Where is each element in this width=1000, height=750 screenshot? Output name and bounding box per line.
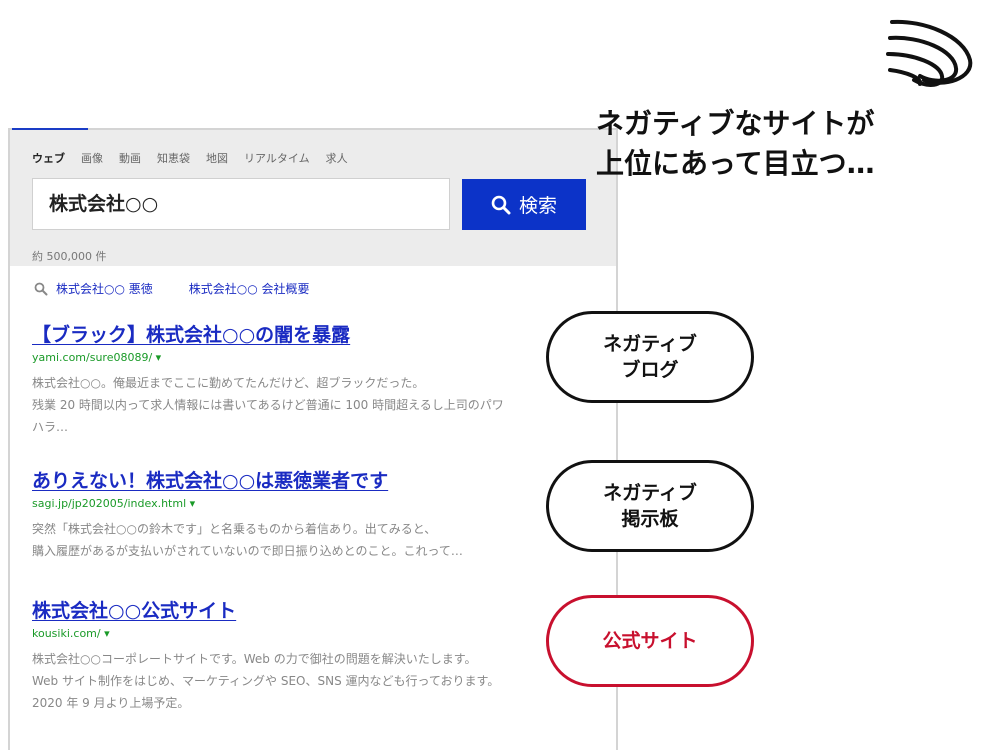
- search-tabs: ウェブ 画像 動画 知恵袋 地図 リアルタイム 求人: [32, 150, 364, 166]
- snippet-line: 突然「株式会社○○の鈴木です」と名乗るものから着信あり。出てみると、: [32, 522, 437, 536]
- result-url[interactable]: yami.com/sure08089/ ▾: [32, 351, 592, 364]
- label-official-site: 公式サイト: [546, 595, 754, 687]
- snippet-line: 購入履歴があるが支払いがされていないので即日振り込めとのこと。これって…: [32, 544, 463, 558]
- tab-realtime[interactable]: リアルタイム: [244, 150, 310, 166]
- tab-maps[interactable]: 地図: [206, 150, 228, 166]
- result-url[interactable]: kousiki.com/ ▾: [32, 627, 592, 640]
- snippet-line: 株式会社○○コーポレートサイトです。Web の力で御社の問題を解決いたします。: [32, 652, 477, 666]
- search-result-3: 株式会社○○公式サイト kousiki.com/ ▾ 株式会社○○コーポレートサ…: [32, 596, 592, 714]
- search-result-2: ありえない！株式会社○○は悪徳業者です sagi.jp/jp202005/ind…: [32, 466, 592, 562]
- tab-chiebukuro[interactable]: 知恵袋: [157, 150, 190, 166]
- result-snippet: 株式会社○○。俺最近までここに勤めてたんだけど、超ブラックだった。 残業 20 …: [32, 372, 592, 438]
- search-results-panel: ウェブ 画像 動画 知恵袋 地図 リアルタイム 求人 株式会社○○ 検索 約 5…: [8, 128, 618, 750]
- snippet-line: ハラ…: [32, 420, 69, 434]
- related-search-link-1[interactable]: 株式会社○○ 悪徳: [56, 280, 153, 297]
- label-negative-blog: ネガティブ ブログ: [546, 311, 754, 403]
- related-searches: 株式会社○○ 悪徳 株式会社○○ 会社概要: [34, 280, 346, 297]
- scribble-icon: [886, 19, 973, 87]
- snippet-line: 株式会社○○。俺最近までここに勤めてたんだけど、超ブラックだった。: [32, 376, 425, 390]
- tab-jobs[interactable]: 求人: [326, 150, 348, 166]
- label-negative-bbs: ネガティブ 掲示板: [546, 460, 754, 552]
- label-line: ネガティブ: [603, 333, 697, 355]
- snippet-line: 2020 年 9 月より上場予定。: [32, 696, 190, 710]
- snippet-line: 残業 20 時間以内って求人情報には書いてあるけど普通に 100 時間超えるし上…: [32, 398, 504, 412]
- label-line: 公式サイト: [602, 630, 698, 652]
- label-line: 掲示板: [621, 508, 679, 530]
- magnifier-icon: [491, 195, 511, 214]
- related-search-link-2[interactable]: 株式会社○○ 会社概要: [189, 280, 310, 297]
- result-title-link[interactable]: 株式会社○○公式サイト: [32, 596, 236, 623]
- search-result-1: 【ブラック】株式会社○○の闇を暴露 yami.com/sure08089/ ▾ …: [32, 320, 592, 438]
- tab-images[interactable]: 画像: [81, 150, 103, 166]
- tab-videos[interactable]: 動画: [119, 150, 141, 166]
- result-snippet: 株式会社○○コーポレートサイトです。Web の力で御社の問題を解決いたします。 …: [32, 648, 592, 714]
- callout-text: ネガティブなサイトが 上位にあって目立つ…: [596, 104, 875, 184]
- result-title-link[interactable]: ありえない！株式会社○○は悪徳業者です: [32, 466, 388, 493]
- tab-web[interactable]: ウェブ: [32, 150, 65, 166]
- callout-line: ネガティブなサイトが: [596, 107, 875, 140]
- search-button[interactable]: 検索: [462, 179, 586, 230]
- snippet-line: Web サイト制作をはじめ、マーケティングや SEO、SNS 運内なども行ってお…: [32, 674, 500, 688]
- magnifier-icon: [34, 282, 48, 296]
- result-title-link[interactable]: 【ブラック】株式会社○○の闇を暴露: [32, 320, 350, 347]
- result-count: 約 500,000 件: [32, 250, 107, 263]
- label-line: ブログ: [621, 359, 679, 381]
- result-url[interactable]: sagi.jp/jp202005/index.html ▾: [32, 497, 592, 510]
- search-button-label: 検索: [518, 195, 557, 217]
- result-snippet: 突然「株式会社○○の鈴木です」と名乗るものから着信あり。出てみると、 購入履歴が…: [32, 518, 592, 562]
- search-input[interactable]: 株式会社○○: [32, 178, 450, 230]
- label-line: ネガティブ: [603, 482, 697, 504]
- callout-line: 上位にあって目立つ…: [596, 147, 875, 180]
- search-header: ウェブ 画像 動画 知恵袋 地図 リアルタイム 求人 株式会社○○ 検索 約 5…: [10, 130, 616, 266]
